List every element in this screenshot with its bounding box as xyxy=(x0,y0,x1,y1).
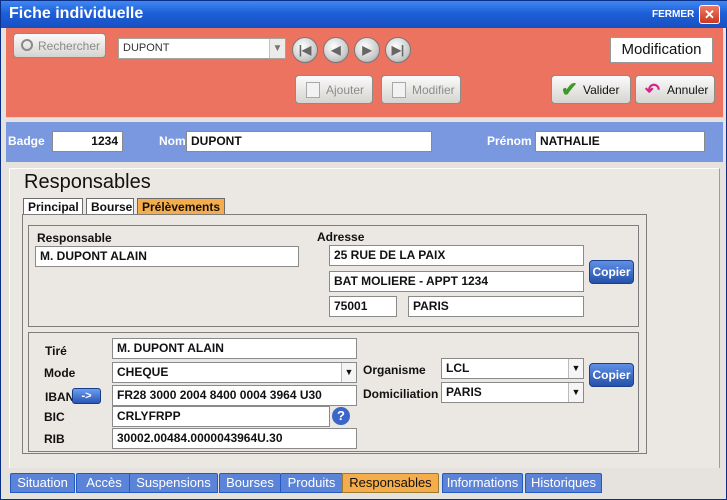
domiciliation-label: Domiciliation xyxy=(363,387,439,401)
mode-label: Mode xyxy=(44,366,76,380)
search-select[interactable]: DUPONT ▼ xyxy=(118,38,286,59)
close-icon[interactable]: ✕ xyxy=(699,5,720,24)
tire-label: Tiré xyxy=(45,344,67,358)
iban-convert-button[interactable]: -> xyxy=(72,388,101,404)
last-record-button[interactable]: ▶| xyxy=(385,37,411,63)
badge-field[interactable]: 1234 xyxy=(52,131,123,152)
city-field[interactable]: PARIS xyxy=(408,296,584,317)
organisme-value: LCL xyxy=(446,361,470,375)
domiciliation-value: PARIS xyxy=(446,385,482,399)
edit-label: Modifier xyxy=(412,83,455,97)
cancel-label: Annuler xyxy=(667,83,709,97)
prenom-field[interactable]: NATHALIE xyxy=(535,131,705,152)
postal-code-field[interactable]: 75001 xyxy=(329,296,397,317)
tab-historiques[interactable]: Historiques xyxy=(525,473,602,493)
add-icon xyxy=(306,82,320,98)
copy-bank-button[interactable]: Copier xyxy=(589,363,634,387)
add-button[interactable]: Ajouter xyxy=(295,75,373,104)
chevron-down-icon[interactable]: ▼ xyxy=(568,383,583,402)
tab-responsables[interactable]: Responsables xyxy=(342,473,439,493)
chevron-down-icon[interactable]: ▼ xyxy=(269,39,285,58)
iban-label: IBAN xyxy=(45,390,75,404)
search-icon xyxy=(21,39,33,51)
rib-field[interactable]: 30002.00484.0000043964U.30 xyxy=(112,428,357,449)
close-label[interactable]: FERMER xyxy=(652,9,694,20)
rib-label: RIB xyxy=(44,432,65,446)
cancel-button[interactable]: ↶ Annuler xyxy=(635,75,715,104)
prenom-label: Prénom xyxy=(487,134,532,148)
next-record-button[interactable]: ▶ xyxy=(354,37,380,63)
mode-indicator: Modification xyxy=(610,37,713,63)
tab-produits[interactable]: Produits xyxy=(280,473,343,493)
bic-label: BIC xyxy=(44,410,65,424)
adresse-label: Adresse xyxy=(317,230,365,244)
bic-field[interactable]: CRLYFRPP xyxy=(112,406,330,427)
copy-address-button[interactable]: Copier xyxy=(589,260,634,284)
organisme-select[interactable]: LCL ▼ xyxy=(441,358,584,379)
chevron-down-icon[interactable]: ▼ xyxy=(341,363,356,382)
adresse-line2-field[interactable]: BAT MOLIERE - APPT 1234 xyxy=(329,271,584,292)
section-title: Responsables xyxy=(24,171,151,193)
tire-field[interactable]: M. DUPONT ALAIN xyxy=(112,338,357,359)
chevron-down-icon[interactable]: ▼ xyxy=(568,359,583,378)
search-button[interactable]: Rechercher xyxy=(13,33,106,58)
nom-field[interactable]: DUPONT xyxy=(186,131,432,152)
domiciliation-select[interactable]: PARIS ▼ xyxy=(441,382,584,403)
add-label: Ajouter xyxy=(326,83,365,97)
mode-select[interactable]: CHEQUE ▼ xyxy=(112,362,357,383)
title-bar: Fiche individuelle FERMER ✕ xyxy=(1,1,727,28)
nom-label: Nom xyxy=(159,134,186,148)
undo-icon: ↶ xyxy=(645,80,661,100)
responsable-frame: Responsable M. DUPONT ALAIN Adresse 25 R… xyxy=(28,225,639,327)
check-icon: ✔ xyxy=(561,79,578,101)
first-record-button[interactable]: |◀ xyxy=(292,37,318,63)
validate-label: Valider xyxy=(583,83,620,97)
tab-bourses[interactable]: Bourses xyxy=(219,473,281,493)
identity-bar: Badge 1234 Nom DUPONT Prénom NATHALIE xyxy=(6,122,723,162)
badge-label: Badge xyxy=(8,134,45,148)
adresse-line1-field[interactable]: 25 RUE DE LA PAIX xyxy=(329,245,584,266)
bottom-tab-bar: Situation Accès Suspensions Bourses Prod… xyxy=(8,473,723,497)
responsable-label: Responsable xyxy=(37,231,112,245)
mode-value: CHEQUE xyxy=(117,365,169,379)
edit-button[interactable]: Modifier xyxy=(381,75,461,104)
search-value: DUPONT xyxy=(123,42,170,54)
tab-acces[interactable]: Accès xyxy=(76,473,132,493)
help-icon[interactable]: ? xyxy=(332,407,350,425)
tab-situation[interactable]: Situation xyxy=(10,473,75,493)
iban-field[interactable]: FR28 3000 2004 8400 0004 3964 U30 xyxy=(112,385,357,406)
edit-icon xyxy=(392,82,406,98)
validate-button[interactable]: ✔ Valider xyxy=(551,75,631,104)
search-label: Rechercher xyxy=(38,39,101,53)
tab-suspensions[interactable]: Suspensions xyxy=(129,473,218,493)
responsable-field[interactable]: M. DUPONT ALAIN xyxy=(35,246,299,267)
previous-record-button[interactable]: ◀ xyxy=(323,37,349,63)
window-title: Fiche individuelle xyxy=(9,5,144,22)
window: Fiche individuelle FERMER ✕ Rechercher D… xyxy=(0,0,727,500)
toolbar-panel: Rechercher DUPONT ▼ |◀ ◀ ▶ ▶| Modificati… xyxy=(6,28,723,118)
organisme-label: Organisme xyxy=(363,363,426,377)
tab-informations[interactable]: Informations xyxy=(442,473,523,493)
